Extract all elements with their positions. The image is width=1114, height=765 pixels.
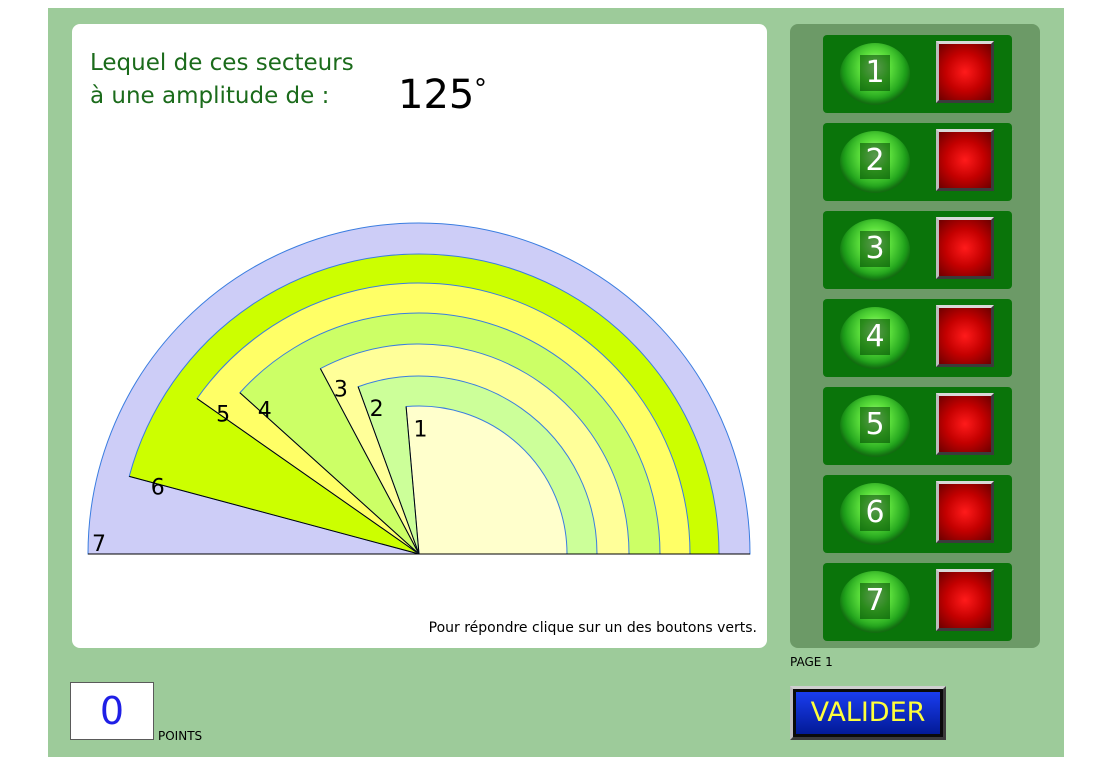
sector-label-7: 7 bbox=[92, 532, 106, 557]
answer-button-label: 2 bbox=[860, 143, 890, 179]
choice-row-5: 5 bbox=[823, 387, 1012, 465]
sector-label-5: 5 bbox=[216, 403, 230, 428]
page-indicator: PAGE 1 bbox=[790, 655, 833, 669]
choice-row-1: 1 bbox=[823, 35, 1012, 113]
status-indicator-7 bbox=[936, 569, 994, 631]
validate-button[interactable]: VALIDER bbox=[790, 686, 946, 740]
status-indicator-4 bbox=[936, 305, 994, 367]
answer-button-5[interactable]: 5 bbox=[840, 395, 910, 457]
answer-button-label: 3 bbox=[860, 231, 890, 267]
sector-label-3: 3 bbox=[334, 378, 348, 403]
answer-button-3[interactable]: 3 bbox=[840, 219, 910, 281]
choices-panel: 1 2 3 4 5 6 7 bbox=[790, 24, 1040, 648]
status-indicator-6 bbox=[936, 481, 994, 543]
status-indicator-5 bbox=[936, 393, 994, 455]
status-indicator-3 bbox=[936, 217, 994, 279]
answer-button-label: 6 bbox=[860, 495, 890, 531]
answer-button-2[interactable]: 2 bbox=[840, 131, 910, 193]
answer-button-1[interactable]: 1 bbox=[840, 43, 910, 105]
sector-label-6: 6 bbox=[151, 476, 165, 501]
choice-row-6: 6 bbox=[823, 475, 1012, 553]
hint-text: Pour répondre clique sur un des boutons … bbox=[428, 620, 757, 636]
validate-button-label: VALIDER bbox=[796, 692, 940, 734]
answer-button-label: 4 bbox=[860, 319, 890, 355]
choice-row-3: 3 bbox=[823, 211, 1012, 289]
score-unit: POINTS bbox=[158, 729, 203, 743]
answer-button-label: 7 bbox=[860, 583, 890, 619]
answer-button-6[interactable]: 6 bbox=[840, 483, 910, 545]
score-value: 0 bbox=[70, 682, 154, 740]
sector-label-1: 1 bbox=[414, 418, 428, 443]
choice-row-2: 2 bbox=[823, 123, 1012, 201]
answer-button-4[interactable]: 4 bbox=[840, 307, 910, 369]
sector-label-4: 4 bbox=[258, 398, 272, 423]
answer-button-label: 5 bbox=[860, 407, 890, 443]
choice-row-7: 7 bbox=[823, 563, 1012, 641]
answer-button-label: 1 bbox=[860, 55, 890, 91]
sectors-figure: 7 6 5 4 32 1 bbox=[87, 222, 751, 557]
choice-row-4: 4 bbox=[823, 299, 1012, 377]
answer-button-7[interactable]: 7 bbox=[840, 571, 910, 633]
status-indicator-2 bbox=[936, 129, 994, 191]
sector-label-2: 2 bbox=[370, 397, 384, 422]
question-panel: Lequel de ces secteurs à une amplitude d… bbox=[72, 24, 767, 648]
status-indicator-1 bbox=[936, 41, 994, 103]
